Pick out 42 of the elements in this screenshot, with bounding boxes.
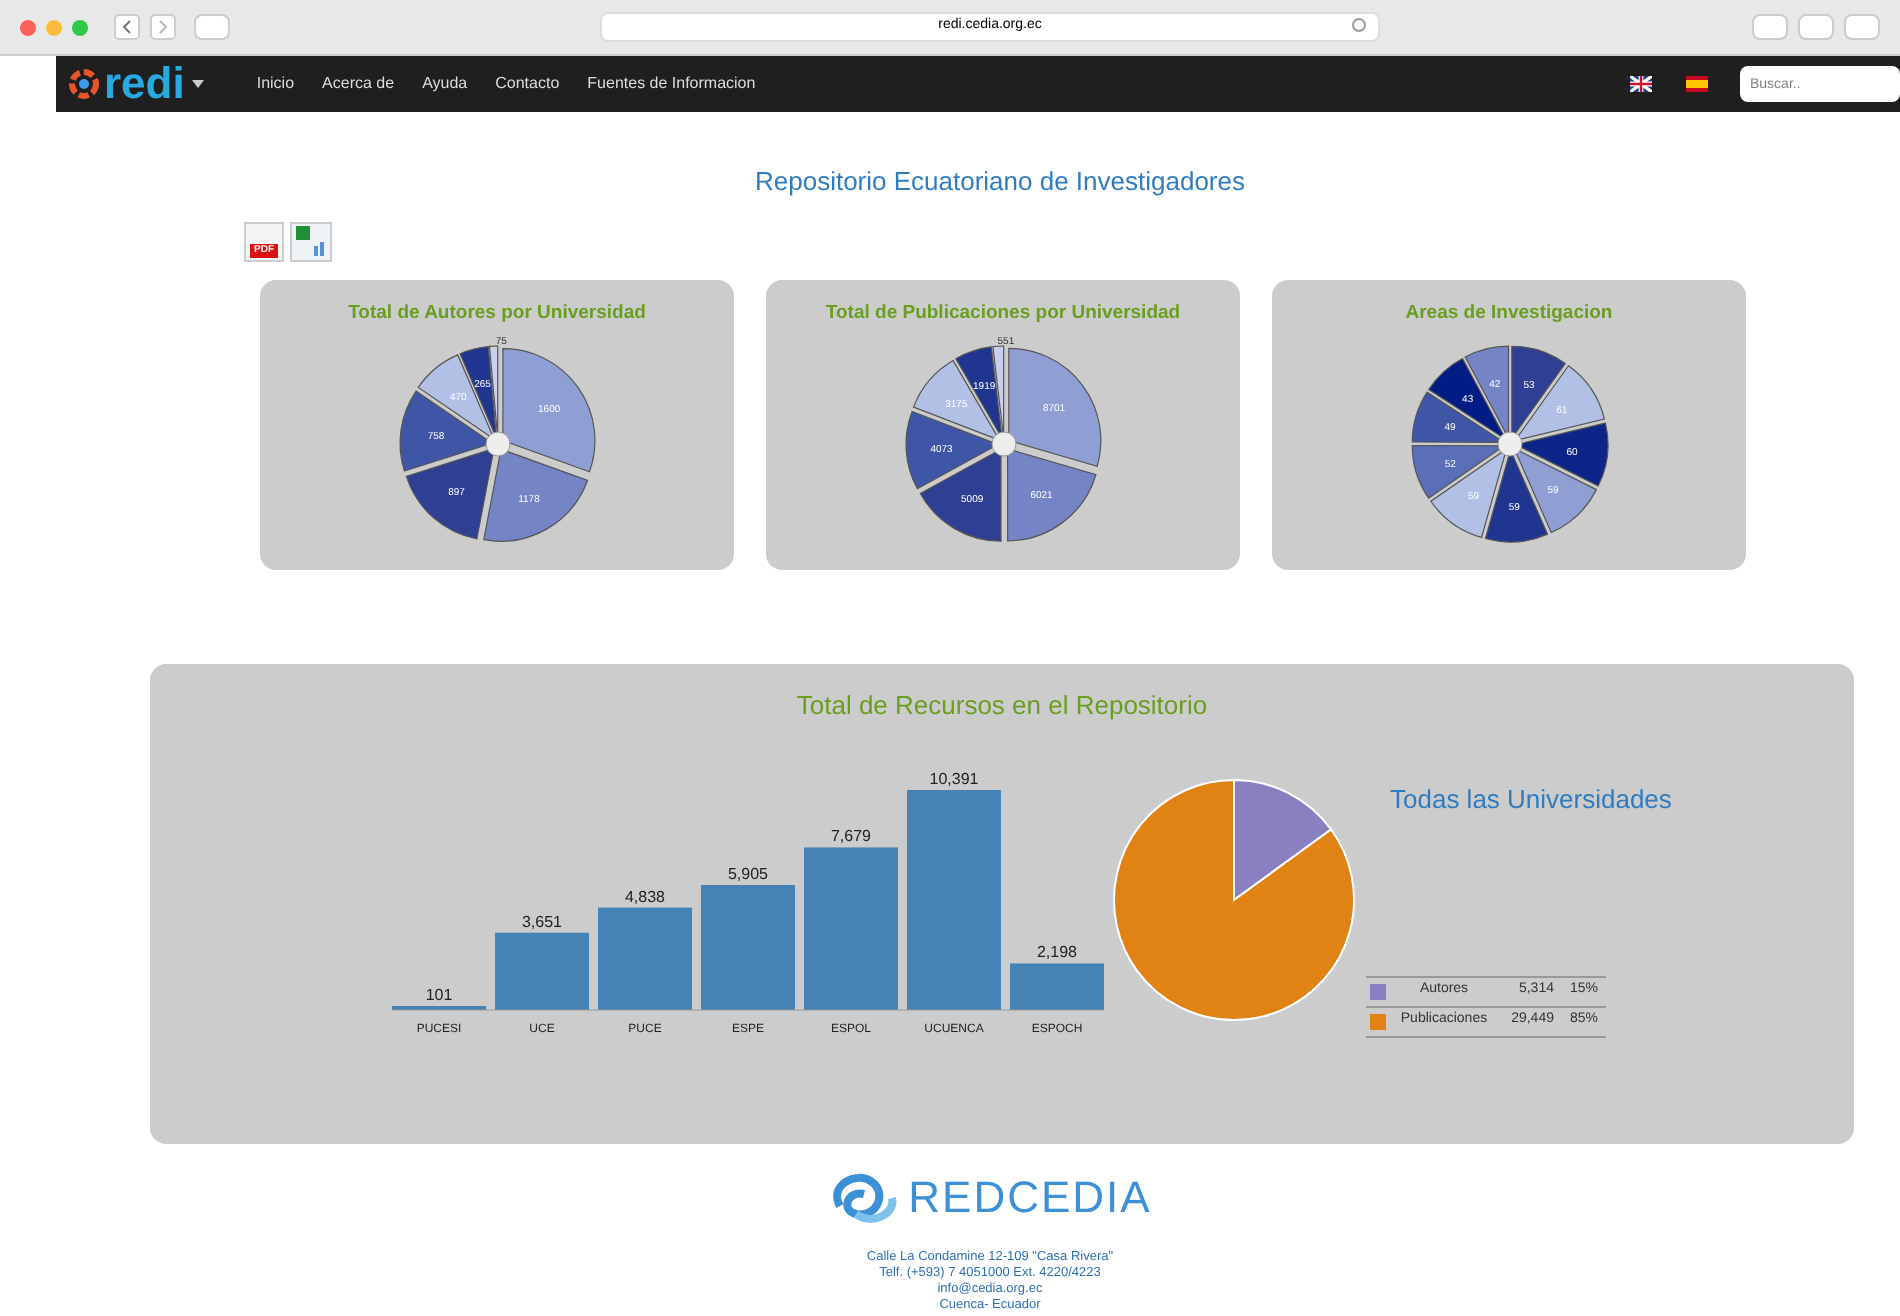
- pie-hole: [990, 431, 1016, 456]
- bar-value: 4,838: [624, 886, 666, 905]
- page-title: Repositorio Ecuatoriano de Investigadores: [753, 164, 1247, 200]
- spreadsheet-export-icon[interactable]: [290, 221, 332, 261]
- summary-title: Todas las Universidades: [1390, 782, 1672, 818]
- nav-link[interactable]: Acerca de: [322, 72, 395, 96]
- card-title: Total de Autores por Universidad: [348, 299, 646, 327]
- bar-value: 101: [425, 985, 453, 1003]
- nav-link[interactable]: Fuentes de Informacion: [587, 72, 756, 96]
- bar-value: 10,391: [929, 769, 979, 787]
- nav-link[interactable]: Contacto: [495, 72, 560, 96]
- forward-icon[interactable]: [150, 14, 176, 40]
- back-icon[interactable]: [114, 14, 140, 40]
- caret-icon[interactable]: [192, 80, 205, 88]
- uk-flag-icon[interactable]: [1630, 76, 1652, 92]
- logo[interactable]: redi: [104, 62, 185, 106]
- bar: [598, 906, 692, 1009]
- bar: [1010, 962, 1104, 1009]
- bar-value: 3,651: [521, 911, 563, 930]
- bar-value: 7,679: [830, 826, 872, 845]
- bar: [701, 884, 795, 1009]
- nav-link[interactable]: Ayuda: [422, 72, 468, 96]
- pie-hole: [484, 431, 510, 456]
- pie-slice: [482, 448, 588, 542]
- panel-title: Total de Recursos en el Repositorio: [794, 687, 1210, 724]
- footer-logo: REDCEDIA: [908, 1169, 1152, 1225]
- card-title: Total de Publicaciones por Universidad: [825, 299, 1181, 327]
- gear-logo-icon: [68, 68, 100, 100]
- bar: [495, 931, 589, 1009]
- bar-value: 2,198: [1036, 942, 1078, 961]
- pie-hole: [1496, 431, 1522, 456]
- pie-slice: [501, 347, 595, 472]
- spain-flag-icon[interactable]: [1686, 76, 1708, 92]
- bar-value: 5,905: [727, 864, 769, 882]
- pie-slice: [1007, 347, 1101, 467]
- nav-link[interactable]: Inicio: [256, 72, 295, 96]
- pie-slice: [1006, 447, 1096, 541]
- card-title: Areas de Investigacion: [1405, 299, 1613, 327]
- pie-slice: [918, 448, 1001, 542]
- pie-slice: [404, 447, 494, 539]
- pie-slice: [1512, 447, 1596, 533]
- reload-icon[interactable]: [1352, 18, 1366, 32]
